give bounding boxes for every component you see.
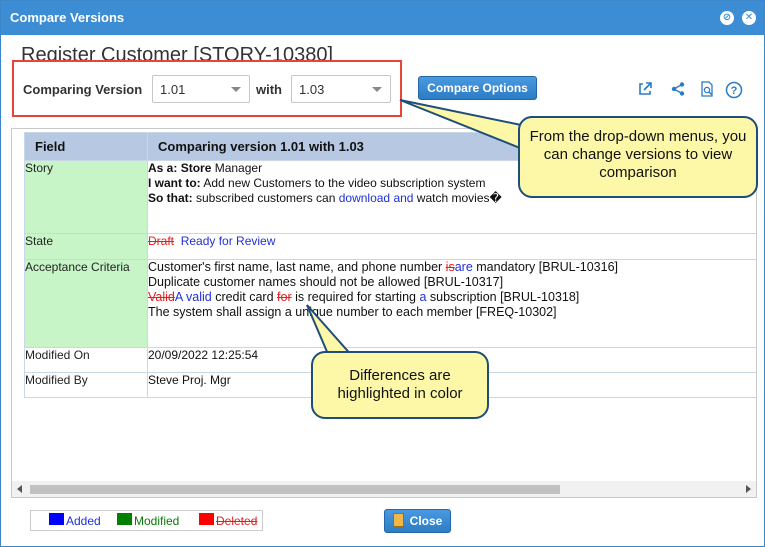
acceptance-line-4: The system shall assign a unique number … — [148, 305, 557, 319]
field-modified-on: Modified On — [24, 347, 148, 373]
added-text: Ready for Review — [180, 234, 276, 248]
so-that-pre: subscribed customers can — [192, 191, 339, 205]
dialog-title: Compare Versions — [10, 10, 125, 25]
field-state: State — [24, 233, 148, 260]
legend-added: Added — [66, 514, 101, 528]
to-version-select[interactable]: 1.03 — [291, 75, 391, 103]
acceptance-value: Customer's first name, last name, and ph… — [147, 259, 756, 348]
title-bar: Compare Versions ⊘ ✕ — [1, 1, 764, 35]
legend: Added Modified Deleted — [30, 510, 263, 531]
scroll-right-icon[interactable] — [746, 485, 751, 493]
external-link-icon[interactable] — [636, 81, 654, 99]
differences-callout: Differences are highlighted in color — [311, 351, 489, 419]
table-row: State Draft Ready for Review — [24, 233, 756, 260]
callout-pointer — [399, 99, 528, 150]
close-button[interactable]: Close — [384, 509, 451, 533]
scrollbar-thumb[interactable] — [30, 485, 560, 494]
deleted-swatch — [199, 513, 214, 525]
from-version-select[interactable]: 1.01 — [152, 75, 250, 103]
acceptance-line-2: Duplicate customer names should not be a… — [148, 275, 504, 289]
svg-text:?: ? — [731, 85, 738, 97]
table-row: Acceptance Criteria Customer's first nam… — [24, 259, 756, 348]
deleted-text: Valid — [148, 290, 175, 304]
scroll-left-icon[interactable] — [17, 485, 22, 493]
dropdown-callout: From the drop-down menus, you can change… — [518, 116, 758, 198]
as-a-value: Store — [180, 161, 212, 175]
i-want-label: I want to: — [148, 176, 201, 190]
so-that-post: watch movies� — [413, 191, 502, 205]
deleted-text: Draft — [148, 234, 175, 248]
i-want-value: Add new Customers to the video subscript… — [200, 176, 486, 190]
added-text: A valid — [174, 290, 212, 304]
minimize-icon[interactable]: ⊘ — [720, 11, 734, 25]
help-icon[interactable]: ? — [725, 81, 743, 99]
from-version-value: 1.01 — [160, 82, 186, 97]
as-a-rest: Manager — [211, 161, 263, 175]
modified-swatch — [117, 513, 132, 525]
chevron-down-icon — [231, 87, 241, 92]
close-door-icon — [392, 513, 404, 527]
compare-versions-dialog: Compare Versions ⊘ ✕ Register Customer [… — [0, 0, 765, 547]
added-swatch — [49, 513, 64, 525]
deleted-text: for — [277, 290, 292, 304]
legend-modified: Modified — [134, 514, 180, 528]
with-label: with — [256, 82, 282, 97]
deleted-text: is — [445, 260, 455, 274]
state-value: Draft Ready for Review — [147, 233, 756, 260]
horizontal-scrollbar[interactable] — [12, 481, 756, 497]
field-modified-by: Modified By — [24, 372, 148, 398]
document-preview-icon[interactable] — [698, 81, 716, 99]
header-field: Field — [24, 132, 148, 161]
close-icon[interactable]: ✕ — [742, 11, 756, 25]
comparing-version-label: Comparing Version — [23, 82, 143, 97]
legend-deleted: Deleted — [216, 514, 258, 528]
field-story: Story — [24, 160, 148, 234]
added-text: are — [454, 260, 473, 274]
chevron-down-icon — [372, 87, 382, 92]
as-a-label: As a: — [148, 161, 178, 175]
share-icon[interactable] — [669, 81, 687, 99]
close-button-label: Close — [409, 514, 443, 528]
to-version-value: 1.03 — [299, 82, 325, 97]
field-acceptance-criteria: Acceptance Criteria — [24, 259, 148, 348]
added-text: download and — [338, 191, 414, 205]
so-that-label: So that: — [148, 191, 193, 205]
